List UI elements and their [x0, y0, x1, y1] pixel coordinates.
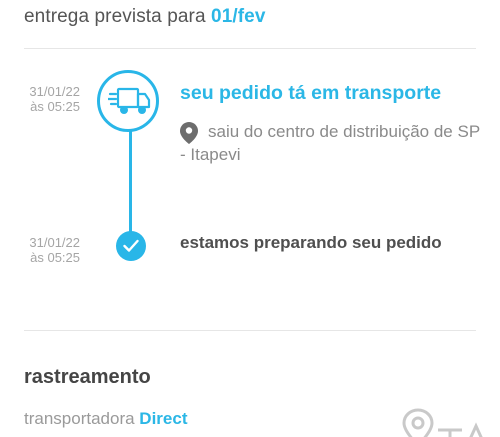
event-time: às 05:25 [30, 99, 80, 114]
event-title-preparing: estamos preparando seu pedido [180, 233, 442, 252]
event-time: às 05:25 [30, 250, 80, 265]
event-date: 31/01/22 [29, 84, 80, 99]
map-pin-icon [180, 122, 198, 144]
divider [24, 330, 476, 331]
carrier-label: transportadora [24, 409, 140, 428]
carrier-info: transportadora Direct [24, 409, 187, 429]
tracking-section-title: rastreamento [24, 366, 151, 388]
truck-icon [108, 87, 151, 114]
event-timestamp: 31/01/22 às 05:25 [20, 84, 80, 114]
timeline-connector [129, 128, 132, 240]
delivery-estimate: entrega prevista para 01/fev [24, 6, 266, 28]
truck-status-badge [97, 70, 159, 132]
event-timestamp: 31/01/22 às 05:25 [20, 235, 80, 265]
carrier-name: Direct [139, 409, 188, 428]
delivery-date: 01/fev [211, 6, 266, 27]
delivery-label: entrega prevista para [24, 6, 212, 27]
event-title-in-transit: seu pedido tá em transporte [180, 82, 442, 104]
location-text: saiu do centro de distribuição de SP - I… [180, 122, 480, 164]
event-date: 31/01/22 [29, 235, 80, 250]
event-location: saiu do centro de distribuição de SP - I… [180, 120, 480, 166]
divider [24, 48, 476, 49]
check-icon [123, 239, 139, 252]
carrier-logo-icon [402, 408, 483, 437]
check-status-badge [116, 231, 146, 261]
